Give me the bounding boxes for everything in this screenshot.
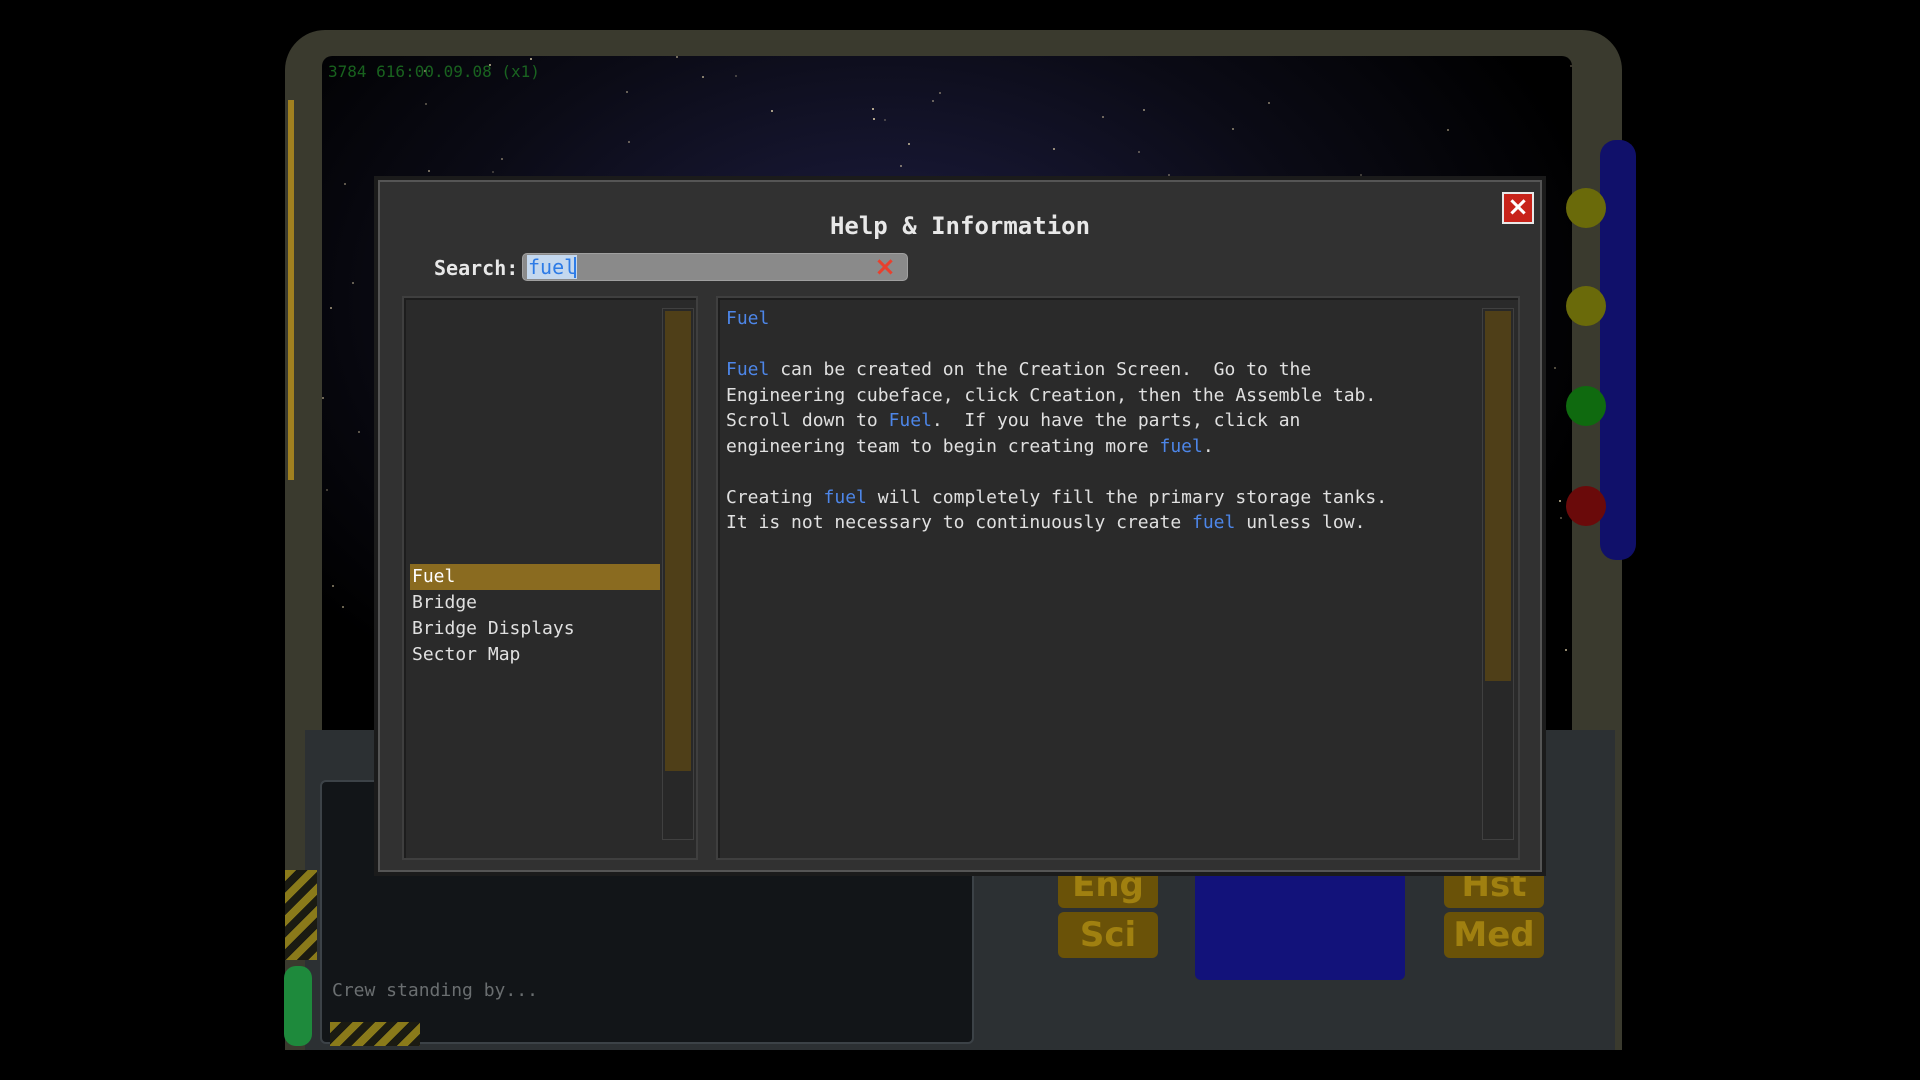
- star: [1447, 129, 1449, 131]
- close-icon[interactable]: ×: [1502, 192, 1534, 224]
- star: [352, 282, 354, 284]
- dialog-title: Help & Information: [829, 212, 1091, 240]
- article-text: Fuel Fuel can be created on the Creation…: [726, 308, 1388, 533]
- green-status-light: [284, 966, 312, 1046]
- star: [322, 397, 324, 399]
- topic-list-scrollbar[interactable]: [662, 308, 694, 840]
- star: [932, 100, 934, 102]
- search-input[interactable]: fuel ×: [522, 253, 908, 281]
- star: [1570, 65, 1572, 67]
- topic-item[interactable]: Bridge Displays: [410, 616, 660, 642]
- search-highlight: fuel: [823, 486, 867, 508]
- text-caret: [574, 257, 576, 278]
- article-scrollbar[interactable]: [1482, 308, 1514, 840]
- search-highlight: Fuel: [888, 410, 932, 431]
- search-highlight: fuel: [1192, 512, 1236, 533]
- star: [1554, 367, 1556, 369]
- star: [884, 119, 886, 121]
- topic-item[interactable]: Sector Map: [410, 642, 660, 668]
- star: [501, 158, 503, 160]
- indicator-light-green: [1566, 386, 1606, 426]
- help-dialog: Help & Information × Search: fuel × Fuel…: [378, 180, 1542, 872]
- crew-control-pad[interactable]: [1195, 860, 1405, 980]
- coordinates-readout: 3784 616:00.09.08 (x1): [328, 62, 540, 81]
- indicator-light-yellow-2: [1566, 286, 1606, 326]
- star: [626, 91, 628, 93]
- star: [628, 141, 630, 143]
- topic-list-scroll-thumb[interactable]: [665, 311, 691, 771]
- star: [358, 431, 360, 433]
- star: [771, 110, 773, 112]
- article-panel: Fuel Fuel can be created on the Creation…: [716, 296, 1520, 860]
- star: [530, 58, 532, 60]
- star: [332, 585, 334, 587]
- star: [492, 171, 494, 173]
- star: [1168, 174, 1170, 176]
- star: [326, 489, 328, 491]
- star: [428, 170, 430, 172]
- star: [676, 56, 678, 58]
- star: [1560, 517, 1562, 519]
- topic-item[interactable]: Bridge: [410, 590, 660, 616]
- star: [1232, 128, 1234, 130]
- star: [344, 183, 346, 185]
- search-highlight: fuel: [1159, 435, 1203, 457]
- star: [1559, 500, 1561, 502]
- indicator-light-red: [1566, 486, 1606, 526]
- topic-item[interactable]: Fuel: [410, 564, 660, 590]
- star: [872, 108, 874, 110]
- star: [908, 143, 910, 145]
- star: [1138, 151, 1140, 153]
- star: [1360, 174, 1362, 176]
- left-frame-strip: [288, 100, 294, 480]
- star: [873, 118, 875, 120]
- hazard-stripe-left: [285, 870, 317, 960]
- star: [425, 103, 427, 105]
- med-button[interactable]: Med: [1444, 912, 1544, 958]
- sci-button[interactable]: Sci: [1058, 912, 1158, 958]
- star: [330, 307, 332, 309]
- star: [1053, 148, 1055, 150]
- topic-list: Fuel Bridge Bridge Displays Sector Map: [410, 564, 660, 668]
- star: [900, 165, 902, 167]
- search-label: Search:: [434, 256, 519, 280]
- star: [939, 92, 941, 94]
- star: [1268, 102, 1270, 104]
- hazard-stripe-bottom: [330, 1022, 420, 1046]
- star: [702, 76, 704, 78]
- search-highlight: Fuel: [726, 359, 770, 380]
- topic-list-panel: Fuel Bridge Bridge Displays Sector Map: [402, 296, 698, 860]
- article-scroll-thumb[interactable]: [1485, 311, 1511, 681]
- star: [1565, 649, 1567, 651]
- star: [342, 606, 344, 608]
- star: [1143, 109, 1145, 111]
- star: [1102, 116, 1104, 118]
- clear-search-icon[interactable]: ×: [872, 254, 898, 280]
- crew-status-text: Crew standing by...: [332, 980, 538, 1001]
- indicator-light-yellow: [1566, 188, 1606, 228]
- star: [735, 75, 737, 77]
- search-input-value: fuel: [527, 255, 578, 279]
- article-title: Fuel: [726, 308, 770, 329]
